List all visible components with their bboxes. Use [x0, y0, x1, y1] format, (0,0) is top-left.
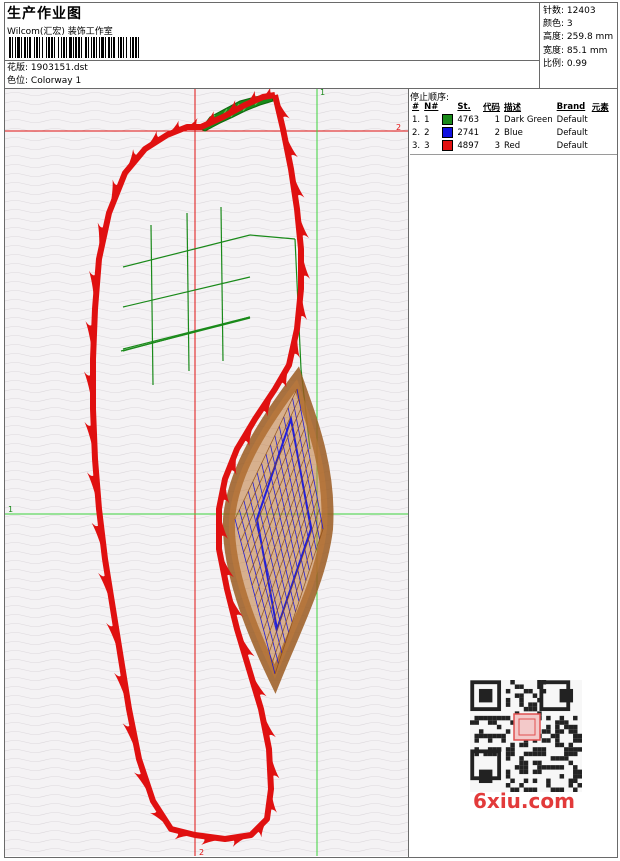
stat-value: 85.1 mm — [566, 45, 608, 56]
row-number: 3 — [424, 140, 430, 151]
table-row[interactable]: 2. 2 2741 2 Blue Default — [410, 126, 611, 139]
stat-label: 比例: — [543, 58, 565, 69]
stat-row: 宽度: 85.1 mm — [543, 45, 613, 58]
table-row[interactable]: 3. 3 4897 3 Red Default — [410, 139, 611, 152]
row-stitches: 2741 — [457, 127, 480, 138]
stat-label: 宽度: — [543, 45, 565, 56]
design-value: 1903151.dst — [30, 63, 88, 73]
row-brand: Default — [556, 114, 588, 125]
colorway-label: 色位: — [7, 76, 29, 86]
row-index: 1. — [412, 114, 421, 125]
watermark-site-text: 6xiu.com — [473, 789, 575, 813]
colorway-info: 色位: Colorway 1 — [7, 75, 81, 87]
stat-label: 高度: — [543, 32, 565, 43]
legend-separator — [410, 154, 617, 155]
stat-value: 12403 — [566, 6, 596, 16]
row-number: 2 — [424, 127, 430, 138]
header-divider — [4, 60, 539, 61]
row-element — [590, 113, 611, 126]
color-swatch — [440, 139, 455, 152]
swatch-box — [442, 114, 454, 125]
row-stitches: 4763 — [457, 114, 480, 125]
col-swatch — [440, 101, 455, 113]
row-code: 3 — [494, 140, 501, 151]
marker-left: 1 — [8, 505, 13, 514]
design-info: 花版: 1903151.dst — [7, 62, 88, 74]
swatch-box — [442, 140, 454, 151]
col-stitches: St. — [457, 102, 471, 112]
table-row[interactable]: 1. 1 4763 1 Dark Green Default — [410, 113, 611, 126]
row-brand: Default — [556, 127, 588, 138]
table-header-row: # N# St. 代码 描述 Brand 元素 — [410, 101, 611, 113]
row-description: Red — [504, 140, 521, 151]
stat-row: 比例: 0.99 — [543, 58, 613, 71]
row-description: Dark Green — [504, 114, 553, 125]
swatch-box — [442, 127, 454, 138]
watermark-qr-code — [470, 680, 582, 792]
stat-value: 3 — [566, 19, 573, 30]
stat-row: 高度: 259.8 mm — [543, 31, 613, 44]
row-code: 2 — [494, 127, 501, 138]
row-brand: Default — [556, 140, 588, 151]
col-index: # — [412, 102, 420, 112]
color-swatch — [440, 126, 455, 139]
marker-top-right: 1 — [320, 89, 325, 97]
page-title: 生产作业图 — [7, 6, 82, 22]
stat-value: 259.8 mm — [566, 32, 614, 43]
legend-divider — [408, 88, 409, 858]
marker-right: 2 — [396, 123, 401, 132]
barcode — [9, 37, 139, 58]
row-index: 3. — [412, 140, 421, 151]
col-element: 元素 — [591, 103, 609, 113]
stats-divider — [539, 2, 540, 88]
stat-row: 针数: 12403 — [543, 5, 613, 18]
color-sequence-table: # N# St. 代码 描述 Brand 元素 1. 1 4763 1 Dark… — [410, 101, 611, 152]
row-description: Blue — [504, 127, 523, 138]
stats-panel: 针数: 12403 颜色: 3 高度: 259.8 mm 宽度: 85.1 mm… — [543, 5, 613, 71]
row-stitches: 4897 — [457, 140, 480, 151]
color-swatch — [440, 113, 455, 126]
design-label: 花版: — [7, 63, 29, 73]
marker-bottom: 2 — [199, 848, 204, 856]
col-brand: Brand — [556, 102, 586, 112]
colorway-value: Colorway 1 — [30, 76, 82, 86]
col-number: N# — [424, 102, 439, 112]
stat-label: 颜色: — [543, 19, 565, 30]
row-element — [590, 139, 611, 152]
qr-logo-stamp — [513, 713, 541, 741]
col-description: 描述 — [504, 103, 522, 113]
stat-row: 颜色: 3 — [543, 18, 613, 31]
row-index: 2. — [412, 127, 421, 138]
studio-name: Wilcom(汇宏) 装饰工作室 — [7, 27, 113, 37]
row-number: 1 — [424, 114, 430, 125]
canvas-texture — [5, 89, 408, 856]
row-code: 1 — [494, 114, 501, 125]
stat-label: 针数: — [543, 6, 565, 16]
embroidery-drawing: 1 2 1 2 — [5, 89, 408, 856]
embroidery-canvas[interactable]: 1 2 1 2 — [5, 89, 408, 856]
col-code: 代码 — [483, 103, 501, 113]
stat-value: 0.99 — [566, 58, 587, 69]
row-element — [590, 126, 611, 139]
